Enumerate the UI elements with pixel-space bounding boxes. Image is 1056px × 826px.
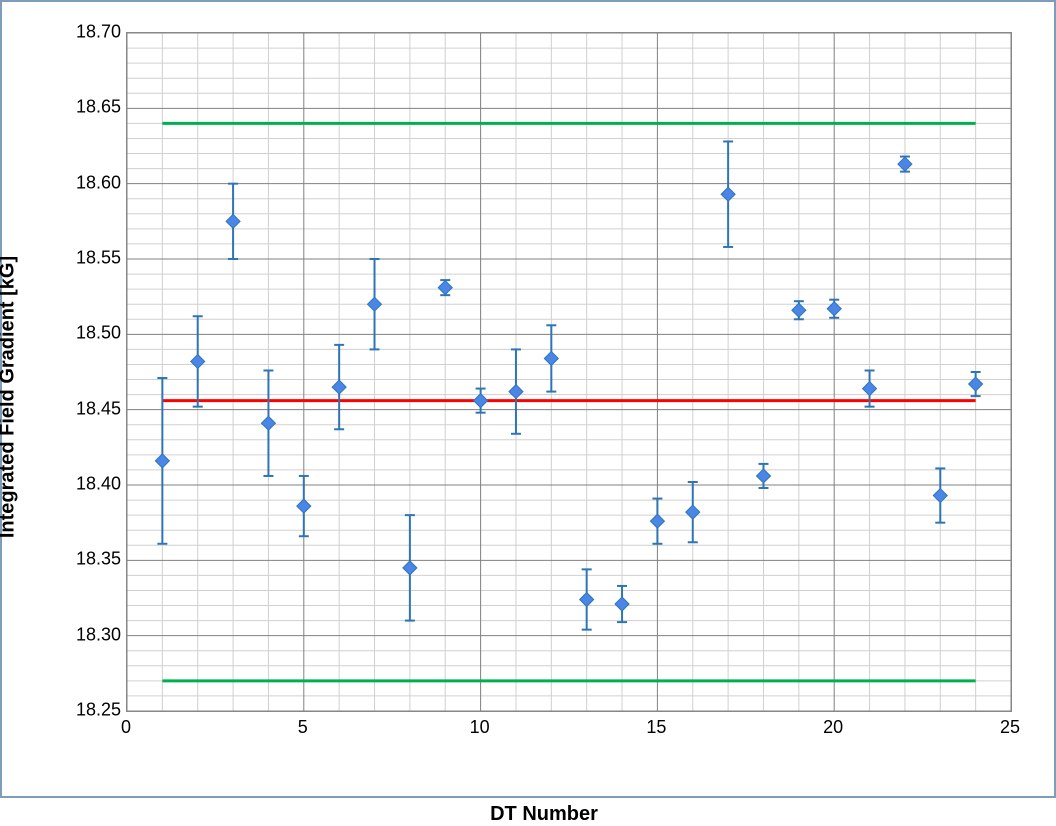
- y-tick-label: 18.30: [71, 624, 121, 645]
- data-marker: [580, 593, 594, 607]
- x-tick-label: 0: [121, 717, 131, 738]
- x-axis-label: DT Number: [490, 803, 598, 826]
- x-tick-label: 15: [646, 717, 666, 738]
- data-marker: [191, 354, 205, 368]
- reference-lines-layer: [127, 33, 1011, 711]
- y-tick-label: 18.70: [71, 22, 121, 43]
- x-tick-label: 10: [470, 717, 490, 738]
- grid-layer: [127, 33, 1011, 711]
- data-marker: [898, 157, 912, 171]
- data-marker: [756, 469, 770, 483]
- data-marker: [721, 187, 735, 201]
- y-tick-label: 18.65: [71, 97, 121, 118]
- y-tick-label: 18.50: [71, 323, 121, 344]
- data-marker: [650, 514, 664, 528]
- data-marker: [332, 380, 346, 394]
- y-tick-label: 18.25: [71, 700, 121, 721]
- x-tick-label: 20: [823, 717, 843, 738]
- y-axis-label: Integrated Field Gradient [kG]: [0, 256, 20, 538]
- data-layer: [127, 33, 1011, 711]
- chart-frame: Integrated Field Gradient [kG] 18.25 18.3…: [0, 0, 1056, 798]
- y-tick-label: 18.60: [71, 172, 121, 193]
- data-marker: [261, 416, 275, 430]
- y-tick-label: 18.45: [71, 398, 121, 419]
- data-marker: [474, 394, 488, 408]
- plot-area: [126, 32, 1012, 712]
- data-marker: [226, 214, 240, 228]
- data-marker: [509, 385, 523, 399]
- data-marker: [438, 281, 452, 295]
- x-tick-label: 5: [298, 717, 308, 738]
- y-tick-label: 18.55: [71, 248, 121, 269]
- data-marker: [368, 297, 382, 311]
- data-marker: [863, 382, 877, 396]
- data-marker: [827, 302, 841, 316]
- data-marker: [969, 377, 983, 391]
- y-tick-label: 18.40: [71, 474, 121, 495]
- data-marker: [792, 303, 806, 317]
- x-tick-label: 25: [1000, 717, 1020, 738]
- data-marker: [155, 454, 169, 468]
- chart-container: Integrated Field Gradient [kG] 18.2518.3…: [66, 22, 1022, 772]
- y-tick-label: 18.35: [71, 549, 121, 570]
- data-marker: [615, 597, 629, 611]
- data-marker: [403, 561, 417, 575]
- data-marker: [933, 489, 947, 503]
- data-marker: [544, 351, 558, 365]
- data-marker: [686, 505, 700, 519]
- data-marker: [297, 499, 311, 513]
